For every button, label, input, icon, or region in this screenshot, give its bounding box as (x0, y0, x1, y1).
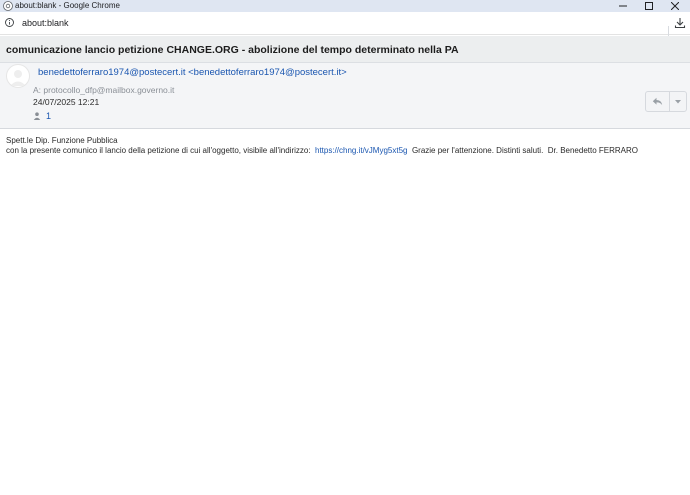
recipient-count-value: 1 (46, 111, 52, 121)
chevron-down-icon (675, 99, 682, 103)
body-greeting: Spett.le Dip. Funzione Pubblica (6, 136, 118, 145)
avatar-placeholder-icon (10, 70, 26, 86)
recipient-line: A: protocollo_dfp@mailbox.governo.it (33, 85, 175, 95)
body-paragraph: con la presente comunico il lancio della… (6, 146, 686, 156)
message-date: 24/07/2025 12:21 (33, 97, 100, 107)
maximize-button[interactable] (638, 0, 660, 12)
reply-button[interactable] (646, 92, 671, 111)
minimize-button[interactable] (612, 0, 634, 12)
reply-options-button[interactable] (670, 92, 686, 111)
petition-link[interactable]: https://chng.it/vJMyg5xt5g (315, 146, 408, 155)
body-text-before-link: con la presente comunico il lancio della… (6, 146, 315, 155)
download-icon[interactable] (674, 17, 686, 29)
address-bar[interactable]: about:blank (0, 12, 690, 43)
close-icon (671, 2, 679, 10)
sender-address[interactable]: benedettoferraro1974@postecert.it <bened… (38, 67, 347, 78)
message-subject: comunicazione lancio petizione CHANGE.OR… (6, 44, 459, 56)
avatar (6, 64, 30, 88)
message-body: Spett.le Dip. Funzione Pubblica con la p… (6, 136, 686, 156)
subject-bar: comunicazione lancio petizione CHANGE.OR… (0, 36, 690, 63)
info-icon[interactable] (5, 18, 14, 27)
window-title: about:blank - Google Chrome (15, 1, 120, 10)
reply-icon (653, 97, 663, 106)
window-titlebar: about:blank - Google Chrome (0, 0, 690, 12)
close-button[interactable] (664, 0, 686, 12)
body-text-after-link: Grazie per l'attenzione. Distinti saluti… (407, 146, 639, 155)
chrome-logo-icon (3, 1, 13, 11)
minimize-icon (619, 5, 627, 7)
recipient-count[interactable]: 1 (33, 110, 51, 122)
message-header: comunicazione lancio petizione CHANGE.OR… (0, 36, 690, 129)
maximize-icon (645, 2, 653, 10)
url-text[interactable]: about:blank (22, 17, 69, 29)
reply-button-group (645, 91, 687, 112)
person-icon (33, 112, 41, 120)
